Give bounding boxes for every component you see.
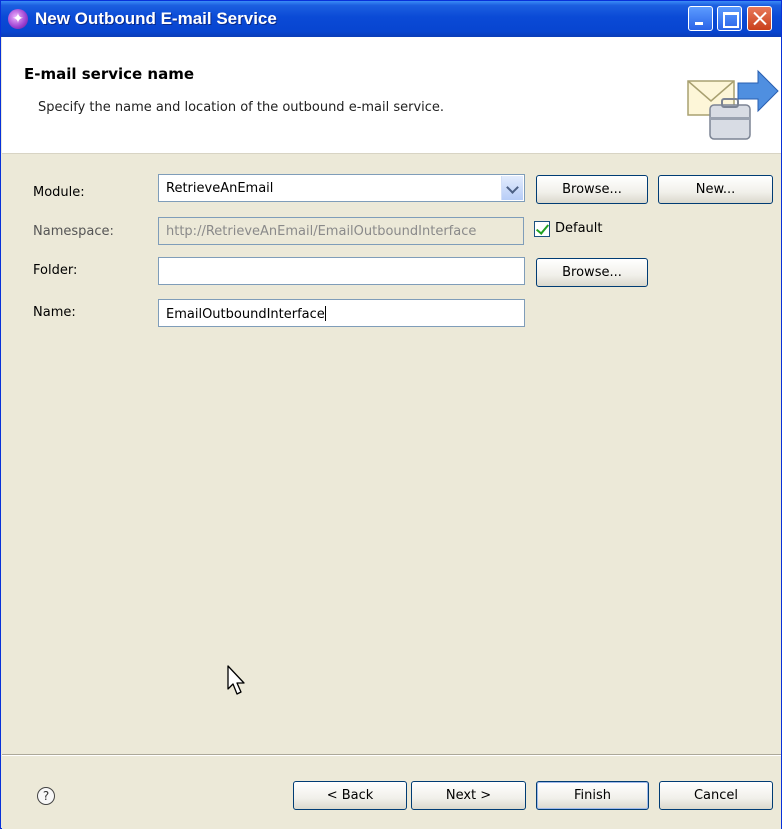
name-value: EmailOutboundInterface — [166, 307, 325, 322]
module-combo[interactable]: RetrieveAnEmail — [158, 174, 525, 202]
module-new-button[interactable]: New... — [658, 175, 773, 204]
window-title: New Outbound E-mail Service — [35, 9, 277, 28]
back-button[interactable]: < Back — [293, 781, 407, 810]
finish-button[interactable]: Finish — [536, 781, 649, 810]
namespace-label: Namespace: — [33, 224, 114, 239]
wizard-header: E-mail service name Specify the name and… — [2, 37, 781, 154]
module-browse-button[interactable]: Browse... — [536, 175, 648, 204]
new-outbound-email-service-dialog: ✦ New Outbound E-mail Service E-mail ser… — [0, 0, 782, 829]
minimize-button[interactable] — [688, 6, 713, 31]
module-value: RetrieveAnEmail — [166, 181, 274, 196]
page-title: E-mail service name — [24, 65, 195, 83]
text-caret — [324, 306, 326, 321]
mouse-pointer-icon — [227, 665, 245, 695]
next-button[interactable]: Next > — [411, 781, 526, 810]
namespace-field[interactable]: http://RetrieveAnEmail/EmailOutboundInte… — [158, 217, 524, 245]
name-label: Name: — [33, 305, 76, 320]
default-checkbox-label: Default — [555, 221, 603, 236]
chevron-down-icon[interactable] — [501, 176, 523, 200]
cancel-button[interactable]: Cancel — [659, 781, 773, 810]
folder-label: Folder: — [33, 263, 78, 278]
close-button[interactable] — [747, 6, 772, 31]
app-icon: ✦ — [8, 9, 28, 29]
name-field[interactable]: EmailOutboundInterface — [158, 299, 525, 327]
title-bar[interactable]: ✦ New Outbound E-mail Service — [1, 1, 781, 37]
module-label: Module: — [33, 185, 85, 200]
namespace-value: http://RetrieveAnEmail/EmailOutboundInte… — [166, 224, 477, 239]
wizard-content — [2, 155, 781, 755]
email-service-icon — [687, 69, 779, 140]
maximize-button[interactable] — [717, 6, 742, 31]
default-checkbox[interactable] — [534, 221, 550, 237]
help-icon[interactable]: ? — [37, 787, 55, 805]
page-description: Specify the name and location of the out… — [38, 100, 445, 115]
folder-field[interactable] — [158, 257, 525, 285]
folder-browse-button[interactable]: Browse... — [536, 258, 648, 287]
